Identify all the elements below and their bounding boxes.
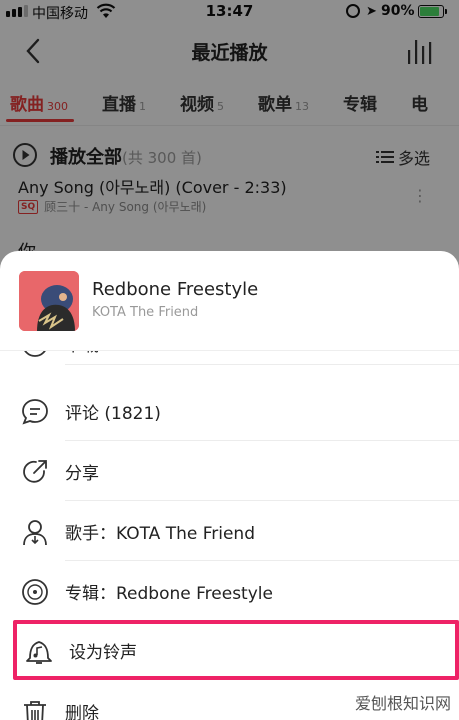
- sheet-header: Redbone Freestyle KOTA The Friend: [0, 251, 459, 351]
- album-label: 专辑：Redbone Freestyle: [65, 584, 273, 604]
- album-menu-item[interactable]: 专辑：Redbone Freestyle: [0, 561, 459, 621]
- download-icon: [24, 351, 46, 357]
- song-actions-sheet: Redbone Freestyle KOTA The Friend 下载 评论 …: [0, 251, 459, 720]
- set-ringtone-label: 设为铃声: [69, 643, 137, 663]
- download-label: 下载: [65, 351, 99, 356]
- site-watermark: 爱刨根知识网: [354, 694, 451, 713]
- delete-label: 删除: [65, 704, 99, 720]
- artist-icon: [23, 520, 47, 546]
- comment-label: 评论 (1821): [65, 404, 161, 424]
- share-menu-item[interactable]: 分享: [0, 441, 459, 501]
- share-icon: [23, 460, 47, 483]
- set-ringtone-menu-item[interactable]: 设为铃声: [13, 620, 459, 680]
- share-label: 分享: [65, 464, 99, 484]
- album-icon: [22, 579, 48, 605]
- comment-icon: [22, 399, 48, 425]
- trash-icon: [24, 701, 46, 720]
- download-menu-item[interactable]: 下载: [0, 351, 459, 365]
- menu-separator: [65, 364, 459, 365]
- song-artist: KOTA The Friend: [92, 305, 199, 320]
- artist-menu-item[interactable]: 歌手：KOTA The Friend: [0, 501, 459, 561]
- artist-label: 歌手：KOTA The Friend: [65, 524, 255, 544]
- song-name: Redbone Freestyle: [92, 279, 259, 300]
- comment-menu-item[interactable]: 评论 (1821): [0, 381, 459, 441]
- album-cover: [19, 271, 79, 331]
- ringtone-icon: [26, 641, 52, 664]
